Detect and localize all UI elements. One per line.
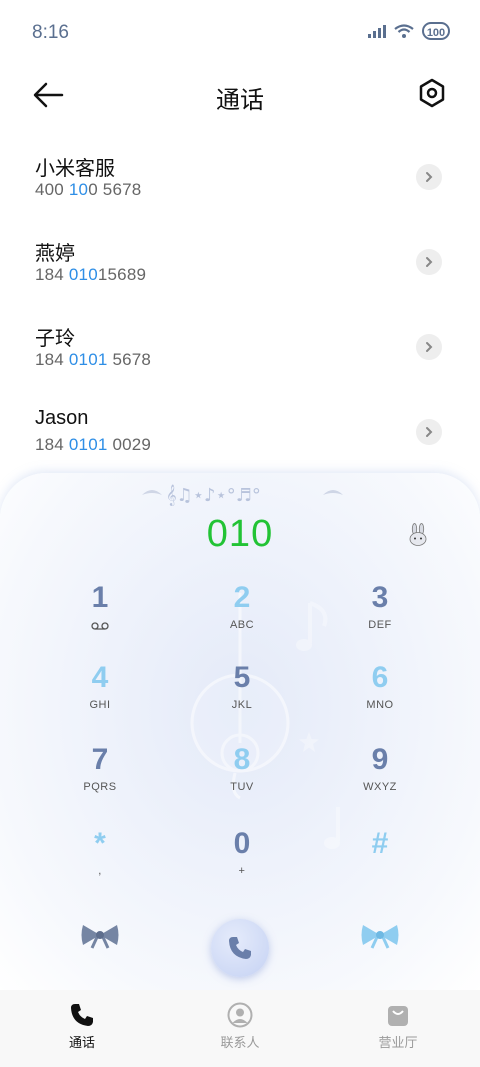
key-letters: PQRS bbox=[83, 781, 117, 793]
dial-key-3[interactable]: 3 DEF bbox=[320, 581, 440, 653]
dial-key-2[interactable]: 2 ABC bbox=[182, 581, 302, 653]
dial-key-1[interactable]: 1 bbox=[40, 581, 160, 653]
key-digit: 5 bbox=[233, 661, 251, 694]
key-letters: ABC bbox=[229, 619, 255, 631]
battery-icon: 100 bbox=[422, 22, 450, 40]
dial-key-hash[interactable]: # bbox=[320, 827, 440, 899]
contact-name: 子玲 bbox=[35, 328, 75, 350]
contact-row[interactable]: 燕婷 184 01015689 bbox=[0, 225, 480, 310]
tab-store[interactable]: 营业厅 bbox=[338, 990, 458, 1067]
key-digit: 3 bbox=[371, 581, 389, 614]
key-digit: 2 bbox=[233, 581, 251, 614]
key-letters: JKL bbox=[231, 699, 253, 711]
key-digit: * bbox=[94, 827, 106, 860]
tab-label: 通话 bbox=[68, 1035, 95, 1050]
settings-icon[interactable] bbox=[418, 78, 446, 108]
contact-name: 小米客服 bbox=[35, 158, 115, 180]
voicemail-icon bbox=[91, 622, 109, 630]
key-digit: 7 bbox=[91, 743, 109, 776]
tab-contacts[interactable]: 联系人 bbox=[180, 990, 300, 1067]
key-digit: 6 bbox=[371, 661, 389, 694]
key-digit: 1 bbox=[91, 581, 109, 614]
key-digit: 0 bbox=[233, 827, 251, 860]
bunny-icon[interactable] bbox=[406, 523, 430, 547]
music-notes-decoration: 𝄞♫⋆♪⋆°♬° bbox=[142, 485, 343, 506]
tab-label: 联系人 bbox=[220, 1035, 260, 1050]
person-icon bbox=[227, 1002, 253, 1028]
contact-number: 184 01015689 bbox=[35, 265, 147, 284]
dialpad-panel: 𝄞♫⋆♪⋆°♬° 010 1 2 ABC 3 DEF 4 GHI 5 JKL 6 bbox=[0, 473, 480, 993]
key-digit: 8 bbox=[233, 743, 251, 776]
bow-right-button[interactable] bbox=[360, 921, 400, 949]
key-digit: 4 bbox=[91, 661, 109, 694]
contact-row[interactable]: Jason 184 0101 0029 bbox=[0, 395, 480, 480]
contact-name: Jason bbox=[35, 407, 89, 429]
dial-key-6[interactable]: 6 MNO bbox=[320, 661, 440, 733]
key-letters: + bbox=[238, 865, 246, 877]
wifi-icon bbox=[394, 24, 414, 38]
dial-key-0[interactable]: 0 + bbox=[182, 827, 302, 899]
dial-key-9[interactable]: 9 WXYZ bbox=[320, 743, 440, 815]
key-digit: 9 bbox=[371, 743, 389, 776]
key-letters: DEF bbox=[368, 619, 392, 631]
phone-icon bbox=[229, 937, 251, 959]
status-icons: 100 bbox=[368, 22, 450, 40]
contact-name: 燕婷 bbox=[35, 243, 75, 265]
contact-detail-button[interactable] bbox=[416, 419, 442, 445]
recent-contacts-list: 小米客服 400 100 5678 燕婷 184 01015689 子玲 184… bbox=[0, 140, 480, 480]
key-letters: GHI bbox=[89, 699, 111, 711]
dial-key-star[interactable]: * , bbox=[40, 827, 160, 899]
contact-number: 184 0101 0029 bbox=[35, 435, 152, 454]
chevron-right-icon bbox=[426, 427, 433, 437]
contact-detail-button[interactable] bbox=[416, 164, 442, 190]
chevron-right-icon bbox=[426, 257, 433, 267]
status-bar: 8:16 100 bbox=[0, 0, 480, 66]
bag-icon bbox=[388, 1006, 408, 1026]
dial-key-8[interactable]: 8 TUV bbox=[182, 743, 302, 815]
chevron-right-icon bbox=[426, 172, 433, 182]
dial-key-7[interactable]: 7 PQRS bbox=[40, 743, 160, 815]
contact-row[interactable]: 子玲 184 0101 5678 bbox=[0, 310, 480, 395]
page-title: 通话 bbox=[216, 87, 264, 114]
tab-calls[interactable]: 通话 bbox=[22, 990, 142, 1067]
header: 通话 bbox=[0, 66, 480, 126]
phone-icon bbox=[71, 1004, 93, 1026]
key-digit: # bbox=[371, 827, 389, 860]
svg-text:𝄞♫⋆♪⋆°♬°: 𝄞♫⋆♪⋆°♬° bbox=[166, 485, 261, 506]
dial-key-4[interactable]: 4 GHI bbox=[40, 661, 160, 733]
tab-label: 营业厅 bbox=[378, 1035, 418, 1050]
contact-row[interactable]: 小米客服 400 100 5678 bbox=[0, 140, 480, 225]
contact-number: 400 100 5678 bbox=[35, 180, 142, 199]
bottom-nav: 通话 联系人 营业厅 bbox=[0, 990, 480, 1067]
chevron-right-icon bbox=[426, 342, 433, 352]
contact-detail-button[interactable] bbox=[416, 334, 442, 360]
signal-icon bbox=[368, 24, 386, 38]
bow-left-button[interactable] bbox=[80, 921, 120, 949]
dial-key-5[interactable]: 5 JKL bbox=[182, 661, 302, 733]
key-letters: , bbox=[98, 865, 102, 877]
status-time: 8:16 bbox=[32, 22, 69, 43]
key-letters: TUV bbox=[230, 781, 254, 793]
contact-detail-button[interactable] bbox=[416, 249, 442, 275]
key-letters: MNO bbox=[366, 699, 394, 711]
key-letters: WXYZ bbox=[363, 781, 397, 793]
contact-number: 184 0101 5678 bbox=[35, 350, 152, 369]
call-button[interactable] bbox=[211, 919, 269, 977]
